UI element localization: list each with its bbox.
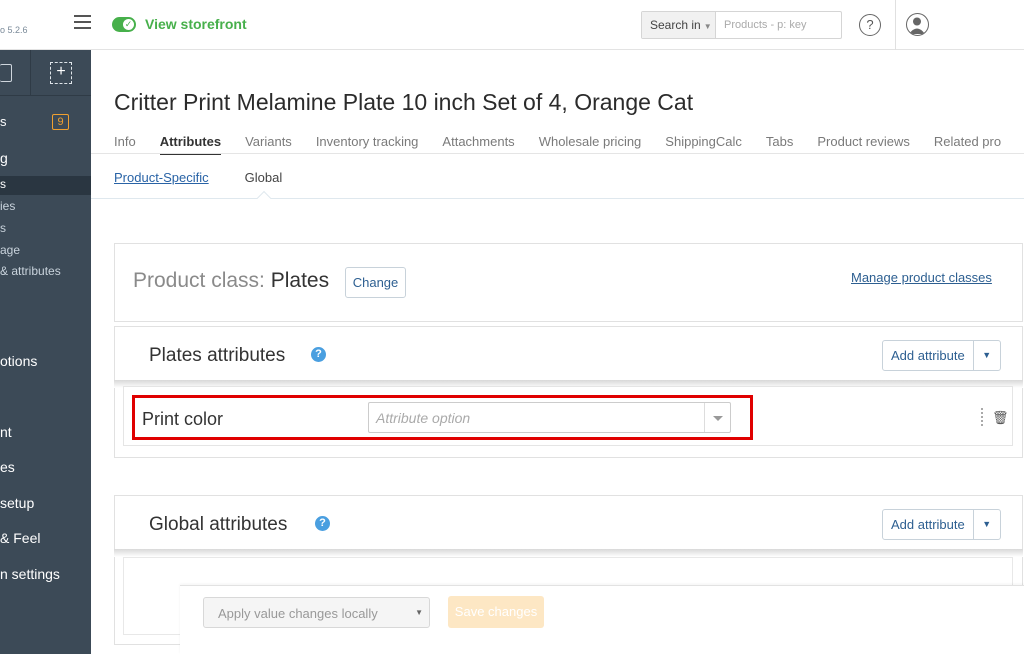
subtab-global[interactable]: Global: [245, 170, 283, 185]
sidebar-item-content[interactable]: nt: [0, 424, 12, 440]
section-shadow: [114, 549, 1023, 557]
divider: [30, 50, 31, 96]
manage-product-classes-link[interactable]: Manage product classes: [851, 270, 992, 285]
tab-product-reviews[interactable]: Product reviews: [817, 134, 909, 155]
add-attribute-label: Add attribute: [883, 510, 974, 539]
trash-icon[interactable]: 🗑: [992, 410, 1009, 426]
chevron-down-icon[interactable]: ▼: [974, 510, 1000, 539]
add-icon[interactable]: +: [50, 62, 72, 84]
sidebar-item-classes-attributes[interactable]: & attributes: [0, 264, 61, 278]
top-bar: o 5.2.6 ✓ View storefront Search in ▼ Pro…: [0, 0, 1024, 50]
sidebar-item-modules[interactable]: es: [0, 459, 15, 475]
sidebar-item-categories[interactable]: ies: [0, 199, 15, 213]
orders-count-badge: 9: [52, 114, 69, 130]
product-class-label-text: Product class:: [133, 269, 265, 292]
sidebar-item-storage[interactable]: age: [0, 243, 20, 257]
search-in-label: Search in: [650, 18, 701, 32]
info-icon[interactable]: ?: [311, 347, 326, 362]
chevron-down-icon: ▼: [703, 22, 712, 31]
sidebar-icon-row: +: [0, 50, 91, 96]
sidebar-item-look-feel[interactable]: & Feel: [0, 530, 40, 546]
divider: [895, 0, 896, 50]
tab-attachments[interactable]: Attachments: [442, 134, 514, 155]
add-attribute-button[interactable]: Add attribute ▼: [882, 340, 1001, 371]
storefront-toggle[interactable]: ✓: [112, 17, 136, 32]
tab-tabs[interactable]: Tabs: [766, 134, 793, 155]
sidebar-item-catalog[interactable]: g: [0, 150, 8, 166]
tab-wholesale-pricing[interactable]: Wholesale pricing: [539, 134, 642, 155]
sidebar-item-brands[interactable]: s: [0, 221, 6, 235]
product-tabs: Info Attributes Variants Inventory track…: [114, 134, 1024, 155]
change-class-button[interactable]: Change: [345, 267, 406, 298]
subtabs-divider: [91, 198, 1024, 199]
bottom-action-bar: Apply value changes locally ▼ Save chang…: [180, 585, 1024, 654]
add-global-attribute-button[interactable]: Add attribute ▼: [882, 509, 1001, 540]
main-content: Critter Print Melamine Plate 10 inch Set…: [91, 50, 1024, 654]
plates-attributes-title: Plates attributes: [149, 345, 286, 366]
chevron-down-icon: ▼: [415, 608, 423, 617]
version-label: o 5.2.6: [0, 25, 28, 35]
tab-attributes[interactable]: Attributes: [159, 134, 222, 155]
tab-inventory-tracking[interactable]: Inventory tracking: [316, 134, 419, 155]
subtab-pointer: [256, 190, 272, 206]
sidebar-active-highlight: [0, 176, 91, 195]
check-icon: ✓: [123, 19, 134, 30]
tabs-divider: [91, 153, 1024, 154]
search-in-dropdown[interactable]: Search in ▼: [642, 12, 716, 38]
sidebar-item-system-settings[interactable]: n settings: [0, 566, 60, 582]
search-input[interactable]: Products - p: key: [716, 12, 841, 38]
dashboard-icon[interactable]: [0, 64, 12, 82]
tab-related-products[interactable]: Related pro: [934, 134, 1001, 155]
product-class-label: Product class: Plates: [133, 269, 329, 293]
sidebar-item-orders[interactable]: s: [0, 114, 7, 129]
info-icon[interactable]: ?: [315, 516, 330, 531]
tab-variants[interactable]: Variants: [245, 134, 292, 155]
drag-handle-icon[interactable]: [981, 408, 984, 426]
attribute-subtabs: Product-Specific Global: [114, 170, 318, 185]
add-attribute-label: Add attribute: [883, 341, 974, 370]
help-icon[interactable]: ?: [859, 14, 881, 36]
tab-shippingcalc[interactable]: ShippingCalc: [665, 134, 742, 155]
apply-changes-label: Apply value changes locally: [218, 606, 378, 621]
menu-icon[interactable]: [74, 15, 91, 29]
search-box: Search in ▼ Products - p: key: [641, 11, 842, 39]
sidebar: + s 9 g s ies s age & attributes otions …: [0, 50, 91, 654]
apply-changes-select[interactable]: Apply value changes locally ▼: [203, 597, 430, 628]
sidebar-item-promotions[interactable]: otions: [0, 353, 37, 369]
chevron-down-icon[interactable]: ▼: [974, 341, 1000, 370]
sidebar-item-products[interactable]: s: [0, 177, 6, 191]
global-attributes-title: Global attributes: [149, 514, 288, 535]
tab-info[interactable]: Info: [114, 134, 136, 155]
page-title: Critter Print Melamine Plate 10 inch Set…: [114, 89, 694, 115]
subtab-product-specific[interactable]: Product-Specific: [114, 170, 209, 185]
highlight-box: [132, 395, 753, 440]
save-changes-button[interactable]: Save changes: [448, 596, 544, 628]
user-avatar-icon[interactable]: [906, 13, 929, 36]
view-storefront-link[interactable]: View storefront: [145, 16, 247, 32]
sidebar-item-store-setup[interactable]: setup: [0, 495, 34, 511]
product-class-value: Plates: [270, 269, 330, 292]
